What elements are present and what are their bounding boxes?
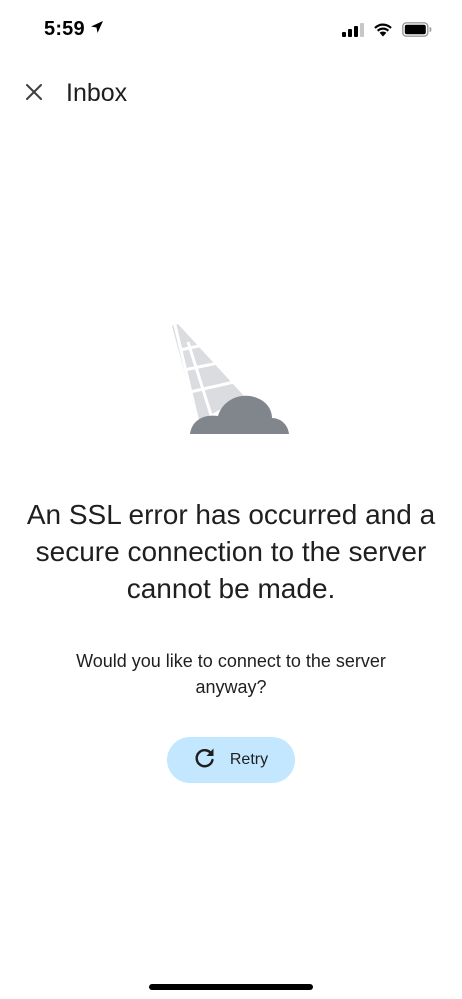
- wifi-icon: [373, 22, 393, 42]
- retry-button[interactable]: Retry: [167, 737, 295, 783]
- status-time-group: 5:59: [44, 18, 105, 41]
- close-icon: [25, 83, 43, 106]
- battery-icon: [402, 22, 432, 42]
- error-question: Would you like to connect to the server …: [76, 651, 386, 697]
- error-title: An SSL error has occurred and a secure c…: [26, 499, 436, 604]
- app-bar: Inbox: [0, 70, 462, 118]
- home-indicator[interactable]: [149, 984, 313, 990]
- status-icons: [342, 22, 432, 42]
- status-time: 5:59: [44, 18, 85, 40]
- status-bar: 5:59: [0, 0, 462, 62]
- close-button[interactable]: [18, 78, 50, 110]
- location-arrow-icon: [89, 19, 105, 40]
- broken-connection-icon: [168, 322, 292, 438]
- refresh-icon: [194, 747, 216, 774]
- retry-label: Retry: [229, 751, 269, 768]
- page-title: Inbox: [66, 79, 128, 107]
- cellular-signal-icon: [342, 22, 364, 42]
